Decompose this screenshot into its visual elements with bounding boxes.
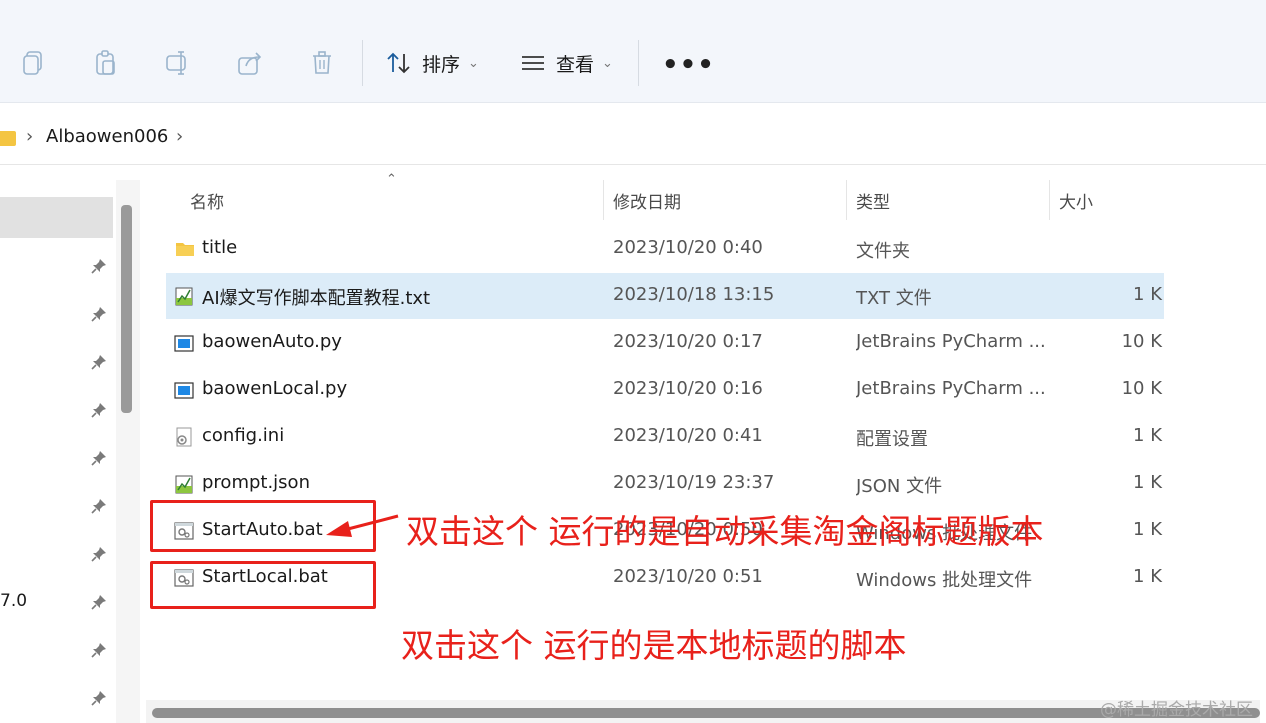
config-file-icon <box>174 427 194 447</box>
column-divider[interactable] <box>846 180 847 220</box>
column-header-name[interactable]: 名称 <box>190 188 224 213</box>
nav-scrollbar-thumb[interactable] <box>121 205 132 413</box>
highlight-box-startlocal <box>150 561 376 609</box>
pin-icon <box>91 402 107 418</box>
pin-icon <box>91 498 107 514</box>
pin-icon <box>91 258 107 274</box>
file-name: title <box>202 237 238 258</box>
nav-item-selected[interactable] <box>0 197 113 238</box>
file-modified-date: 2023/10/20 0:41 <box>613 425 763 446</box>
pin-icon <box>91 354 107 370</box>
file-size: 1 K <box>1133 472 1162 493</box>
view-label: 查看 <box>556 53 595 76</box>
chevron-down-icon: ⌄ <box>468 55 479 71</box>
sort-icon <box>387 52 410 74</box>
folder-icon <box>174 239 194 259</box>
watermark: @稀土掘金技术社区 <box>1100 700 1253 720</box>
view-icon <box>522 56 544 70</box>
sort-button[interactable]: 排序 ⌄ <box>386 46 479 80</box>
file-size: 1 K <box>1133 519 1162 540</box>
pin-icon <box>91 690 107 706</box>
folder-icon <box>0 131 16 146</box>
file-modified-date: 2023/10/20 0:40 <box>613 237 763 258</box>
file-type: Windows 批处理文件 <box>856 570 1033 591</box>
file-type: 文件夹 <box>856 241 910 262</box>
file-modified-date: 2023/10/18 13:15 <box>613 284 775 305</box>
file-name: baowenLocal.py <box>202 378 348 399</box>
nav-item-label[interactable]: 7.0 <box>0 591 27 611</box>
view-button[interactable]: 查看 ⌄ <box>520 46 613 80</box>
file-type: TXT 文件 <box>856 288 932 309</box>
file-row[interactable]: baowenAuto.py 2023/10/20 0:17 JetBrains Py… <box>166 320 1164 366</box>
file-row[interactable]: AI爆文写作脚本配置教程.txt 2023/10/18 13:15 TXT 文件 1 … <box>166 273 1164 319</box>
python-file-icon <box>174 333 194 353</box>
sort-ascending-icon: ⌃ <box>386 172 397 187</box>
file-modified-date: 2023/10/20 0:16 <box>613 378 763 399</box>
chevron-right-icon[interactable]: › <box>176 126 183 147</box>
file-name: prompt.json <box>202 472 310 493</box>
file-modified-date: 2023/10/20 0:51 <box>613 566 763 587</box>
pin-icon <box>91 306 107 322</box>
text-file-icon <box>174 286 194 306</box>
file-name: config.ini <box>202 425 285 446</box>
more-options-button[interactable]: ••• <box>662 50 715 80</box>
annotation-local: 双击这个 运行的是本地标题的脚本 <box>401 626 907 665</box>
file-size: 1 K <box>1133 566 1162 587</box>
column-header-modified[interactable]: 修改日期 <box>613 188 681 213</box>
file-type: JSON 文件 <box>856 476 943 497</box>
pin-icon <box>91 642 107 658</box>
file-row[interactable]: title 2023/10/20 0:40 文件夹 <box>166 226 1164 272</box>
column-divider[interactable] <box>603 180 604 220</box>
file-row[interactable]: baowenLocal.py 2023/10/20 0:16 JetBrains P… <box>166 367 1164 413</box>
breadcrumb-current-folder[interactable]: Albaowen006 <box>46 126 168 147</box>
file-modified-date: 2023/10/20 0:17 <box>613 331 763 352</box>
file-type: JetBrains PyCharm ... <box>856 331 1046 352</box>
column-header-size[interactable]: 大小 <box>1059 188 1093 213</box>
column-divider[interactable] <box>1049 180 1050 220</box>
toolbar-divider <box>362 40 363 86</box>
file-type: 配置设置 <box>856 429 928 450</box>
copy-icon[interactable] <box>20 48 48 78</box>
file-type: JetBrains PyCharm ... <box>856 378 1046 399</box>
file-size: 1 K <box>1133 425 1162 446</box>
address-bar[interactable] <box>0 114 1266 165</box>
annotation-auto: 双击这个 运行的是自动采集淘金阁标题版本 <box>406 512 1044 551</box>
pin-icon <box>91 450 107 466</box>
text-file-icon <box>174 474 194 494</box>
rename-icon[interactable] <box>164 48 192 78</box>
chevron-down-icon: ⌄ <box>602 55 613 71</box>
chevron-right-icon[interactable]: › <box>26 126 33 147</box>
paste-icon[interactable] <box>92 48 120 78</box>
pin-icon <box>91 594 107 610</box>
file-modified-date: 2023/10/19 23:37 <box>613 472 775 493</box>
file-row[interactable]: config.ini 2023/10/20 0:41 配置设置 1 K <box>166 414 1164 460</box>
toolbar-divider <box>638 40 639 86</box>
python-file-icon <box>174 380 194 400</box>
delete-icon[interactable] <box>308 48 336 78</box>
file-size: 1 K <box>1133 284 1162 305</box>
sort-label: 排序 <box>422 53 461 76</box>
column-header-type[interactable]: 类型 <box>856 188 890 213</box>
pin-icon <box>91 546 107 562</box>
file-size: 10 K <box>1121 331 1162 352</box>
file-name: AI爆文写作脚本配置教程.txt <box>202 288 431 309</box>
arrow-icon <box>326 514 399 537</box>
horizontal-scrollbar-thumb[interactable] <box>152 708 1260 718</box>
file-size: 10 K <box>1121 378 1162 399</box>
share-icon[interactable] <box>236 48 264 78</box>
file-name: baowenAuto.py <box>202 331 342 352</box>
